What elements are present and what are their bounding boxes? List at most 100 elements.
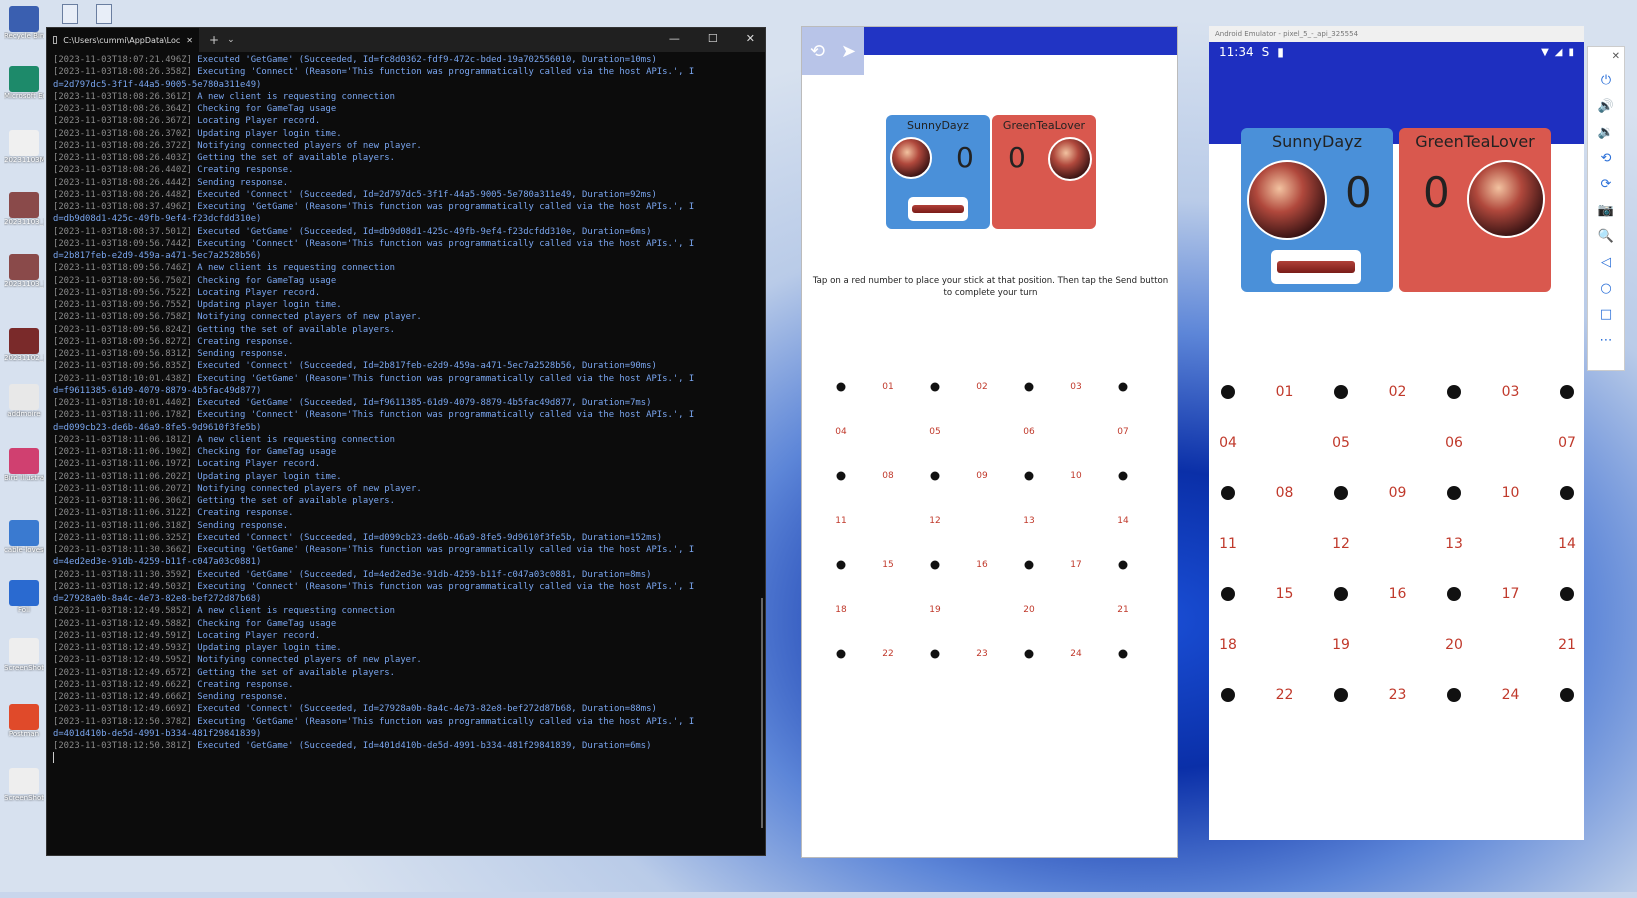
board-number[interactable]: 06 <box>1445 435 1463 451</box>
board-dot <box>1221 587 1235 601</box>
stick-button[interactable] <box>1271 250 1361 284</box>
board-number[interactable]: 12 <box>929 516 940 526</box>
terminal-tab[interactable]: C:\Users\cummi\AppData\Loc ✕ <box>47 28 199 52</box>
desktop-icon[interactable]: 20231103_11... <box>4 192 44 226</box>
more-icon[interactable]: ⋯ <box>1600 333 1613 348</box>
board-number[interactable]: 23 <box>1389 687 1407 703</box>
board-number[interactable]: 05 <box>1332 435 1350 451</box>
instructions-text: Tap on a red number to place your stick … <box>812 276 1169 298</box>
file-icon[interactable] <box>62 4 78 24</box>
tab-dropdown-button[interactable]: ⌄ <box>227 35 235 45</box>
log-line: [2023-11-03T18:08:26.444Z] Sending respo… <box>53 177 759 189</box>
board-number[interactable]: 20 <box>1445 637 1463 653</box>
board-number[interactable]: 16 <box>1389 586 1407 602</box>
board-dot <box>1221 385 1235 399</box>
desktop-icon-label: addmoire <box>7 410 41 418</box>
board-number[interactable]: 19 <box>929 605 940 615</box>
desktop-icon[interactable]: Microsoft Edge <box>4 66 44 100</box>
board-number[interactable]: 15 <box>882 560 893 570</box>
board-number[interactable]: 08 <box>882 471 893 481</box>
minimize-button[interactable]: — <box>669 32 680 45</box>
log-timestamp: [2023-11-03T18:07:21.496Z] <box>53 55 192 65</box>
desktop-icon[interactable]: 20231102_11... <box>4 328 44 362</box>
board-number[interactable]: 03 <box>1070 382 1081 392</box>
terminal-output[interactable]: [2023-11-03T18:07:21.496Z] Executed 'Get… <box>47 52 765 852</box>
close-tab-icon[interactable]: ✕ <box>186 36 193 45</box>
network-icon[interactable] <box>96 4 112 24</box>
board-number[interactable]: 17 <box>1502 586 1520 602</box>
board-number[interactable]: 20 <box>1023 605 1034 615</box>
board-number[interactable]: 04 <box>835 427 846 437</box>
board-number[interactable]: 12 <box>1332 536 1350 552</box>
board-number[interactable]: 11 <box>835 516 846 526</box>
camera-icon[interactable]: 📷 <box>1598 203 1614 218</box>
log-message: Getting the set of available players. <box>191 153 395 163</box>
desktop-icon[interactable]: 20231103Mes... <box>4 130 44 164</box>
board-number[interactable]: 19 <box>1332 637 1350 653</box>
desktop-icon[interactable]: Foll <box>4 580 44 614</box>
stick-button[interactable] <box>908 197 968 221</box>
refresh-icon[interactable]: ⟲ <box>810 41 825 62</box>
desktop-icon[interactable]: addmoire <box>4 384 44 418</box>
board-number[interactable]: 08 <box>1276 485 1294 501</box>
board-number[interactable]: 07 <box>1558 435 1576 451</box>
board-number[interactable]: 16 <box>976 560 987 570</box>
board-number[interactable]: 15 <box>1276 586 1294 602</box>
desktop-icon[interactable]: ScreenShot... <box>4 638 44 672</box>
board-number[interactable]: 18 <box>1219 637 1237 653</box>
board-number[interactable]: 23 <box>976 649 987 659</box>
board-number[interactable]: 13 <box>1445 536 1463 552</box>
board-number[interactable]: 09 <box>1389 485 1407 501</box>
board-number[interactable]: 02 <box>976 382 987 392</box>
desktop-icon[interactable]: 20231103_11... <box>4 254 44 288</box>
board-number[interactable]: 22 <box>882 649 893 659</box>
rotate-right-icon[interactable]: ⟳ <box>1601 177 1612 192</box>
board-number[interactable]: 14 <box>1558 536 1576 552</box>
board-number[interactable]: 18 <box>835 605 846 615</box>
log-message: Executed 'Connect' (Succeeded, Id=2b817f… <box>191 361 657 372</box>
scoreboard: SunnyDayz 0 GreenTeaLover 0 <box>1241 128 1551 292</box>
board-number[interactable]: 10 <box>1070 471 1081 481</box>
board-number[interactable]: 10 <box>1502 485 1520 501</box>
board-number[interactable]: 21 <box>1117 605 1128 615</box>
close-icon[interactable]: ✕ <box>1612 51 1620 62</box>
desktop-icon[interactable]: Bird Illustrati... <box>4 448 44 482</box>
board-number[interactable]: 06 <box>1023 427 1034 437</box>
board-number[interactable]: 01 <box>1276 384 1294 400</box>
close-button[interactable]: ✕ <box>746 32 755 45</box>
board-number[interactable]: 11 <box>1219 536 1237 552</box>
log-timestamp: [2023-11-03T18:12:50.381Z] <box>53 741 192 751</box>
board-number[interactable]: 01 <box>882 382 893 392</box>
desktop-icon[interactable]: Recycle Bin <box>4 6 44 40</box>
desktop-icon[interactable]: ScreenShot... <box>4 768 44 802</box>
board-number[interactable]: 22 <box>1276 687 1294 703</box>
board-number[interactable]: 17 <box>1070 560 1081 570</box>
board-number[interactable]: 14 <box>1117 516 1128 526</box>
board-number[interactable]: 07 <box>1117 427 1128 437</box>
board-number[interactable]: 02 <box>1389 384 1407 400</box>
zoom-icon[interactable]: 🔍 <box>1598 229 1614 244</box>
desktop-icon[interactable]: Postman <box>4 704 44 738</box>
board-number[interactable]: 09 <box>976 471 987 481</box>
back-icon[interactable]: ◁ <box>1601 255 1611 270</box>
board-number[interactable]: 05 <box>929 427 940 437</box>
board-number[interactable]: 13 <box>1023 516 1034 526</box>
log-timestamp: [2023-11-03T18:08:26.358Z] <box>53 67 192 78</box>
board-number[interactable]: 04 <box>1219 435 1237 451</box>
board-number[interactable]: 21 <box>1558 637 1576 653</box>
volume-down-icon[interactable]: 🔉 <box>1598 125 1614 140</box>
board-number[interactable]: 24 <box>1502 687 1520 703</box>
board-dot <box>930 560 940 570</box>
send-icon[interactable]: ➤ <box>841 41 856 62</box>
volume-up-icon[interactable]: 🔊 <box>1598 99 1614 114</box>
overview-icon[interactable]: □ <box>1600 307 1612 322</box>
maximize-button[interactable]: ☐ <box>708 32 718 45</box>
power-icon[interactable]: ⏻ <box>1601 73 1611 88</box>
terminal-scrollbar[interactable] <box>761 598 763 828</box>
board-number[interactable]: 03 <box>1502 384 1520 400</box>
desktop-icon[interactable]: cable-loveso... <box>4 520 44 554</box>
new-tab-button[interactable]: + <box>209 33 219 47</box>
board-number[interactable]: 24 <box>1070 649 1081 659</box>
home-icon[interactable]: ○ <box>1600 281 1611 296</box>
rotate-left-icon[interactable]: ⟲ <box>1601 151 1612 166</box>
